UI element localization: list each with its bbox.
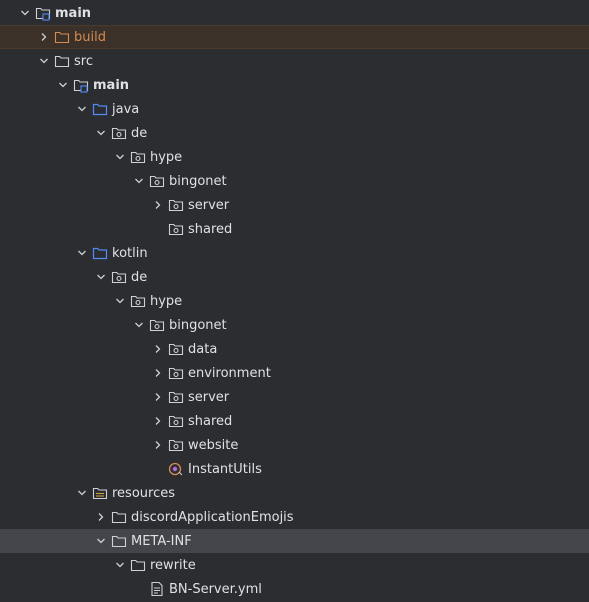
tree-node-java[interactable]: java: [0, 97, 589, 121]
chevron-down-icon[interactable]: [131, 317, 147, 333]
tree-node-label: server: [188, 389, 230, 405]
package-icon: [168, 197, 184, 213]
tree-node-label: de: [131, 125, 148, 141]
chevron-down-icon[interactable]: [74, 245, 90, 261]
tree-node-bingonet[interactable]: bingonet: [0, 313, 589, 337]
tree-node-discordapplicationemojis[interactable]: discordApplicationEmojis: [0, 505, 589, 529]
tree-node-label: BN-Server.yml: [169, 581, 262, 597]
tree-node-label: main: [93, 77, 130, 93]
chevron-down-icon[interactable]: [93, 269, 109, 285]
tree-node-label: META-INF: [131, 533, 192, 549]
source-root-folder-icon: [92, 245, 108, 261]
folder-icon: [111, 533, 127, 549]
chevron-down-icon[interactable]: [55, 77, 71, 93]
package-icon: [149, 173, 165, 189]
tree-node-bingonet[interactable]: bingonet: [0, 169, 589, 193]
package-icon: [168, 413, 184, 429]
tree-node-instantutils[interactable]: InstantUtils: [0, 457, 589, 481]
tree-node-de[interactable]: de: [0, 265, 589, 289]
package-icon: [130, 149, 146, 165]
tree-node-label: environment: [188, 365, 271, 381]
tree-node-label: bingonet: [169, 317, 227, 333]
package-icon: [168, 341, 184, 357]
tree-node-server[interactable]: server: [0, 193, 589, 217]
tree-node-data[interactable]: data: [0, 337, 589, 361]
source-root-folder-icon: [92, 101, 108, 117]
chevron-right-icon[interactable]: [36, 29, 52, 45]
tree-node-label: rewrite: [150, 557, 196, 573]
tree-node-shared[interactable]: shared: [0, 409, 589, 433]
chevron-right-icon[interactable]: [93, 509, 109, 525]
package-icon: [111, 125, 127, 141]
tree-node-hype[interactable]: hype: [0, 145, 589, 169]
chevron-down-icon[interactable]: [112, 557, 128, 573]
folder-icon: [130, 557, 146, 573]
tree-node-label: discordApplicationEmojis: [131, 509, 294, 525]
tree-node-server[interactable]: server: [0, 385, 589, 409]
chevron-down-icon[interactable]: [112, 293, 128, 309]
module-folder-icon: [35, 5, 51, 21]
tree-node-main[interactable]: main: [0, 73, 589, 97]
tree-node-label: java: [112, 101, 140, 117]
tree-node-bn-server-yml[interactable]: BN-Server.yml: [0, 577, 589, 601]
chevron-down-icon[interactable]: [93, 125, 109, 141]
tree-node-label: hype: [150, 293, 183, 309]
yaml-file-icon: [149, 581, 165, 597]
package-icon: [168, 389, 184, 405]
chevron-down-icon[interactable]: [74, 485, 90, 501]
tree-node-label: shared: [188, 413, 233, 429]
chevron-down-icon[interactable]: [36, 53, 52, 69]
tree-node-label: shared: [188, 221, 233, 237]
package-icon: [168, 221, 184, 237]
excluded-folder-icon: [54, 29, 70, 45]
tree-node-label: bingonet: [169, 173, 227, 189]
package-icon: [149, 317, 165, 333]
tree-node-label: build: [74, 29, 106, 45]
chevron-down-icon[interactable]: [112, 149, 128, 165]
chevron-right-icon[interactable]: [150, 389, 166, 405]
tree-node-label: de: [131, 269, 148, 285]
tree-node-shared[interactable]: shared: [0, 217, 589, 241]
tree-node-label: resources: [112, 485, 176, 501]
kotlin-object-icon: [168, 461, 184, 477]
tree-node-label: hype: [150, 149, 183, 165]
chevron-down-icon[interactable]: [17, 5, 33, 21]
tree-node-label: data: [188, 341, 218, 357]
chevron-down-icon[interactable]: [93, 533, 109, 549]
package-icon: [168, 437, 184, 453]
tree-node-meta-inf[interactable]: META-INF: [0, 529, 589, 553]
tree-node-website[interactable]: website: [0, 433, 589, 457]
tree-node-resources[interactable]: resources: [0, 481, 589, 505]
chevron-right-icon[interactable]: [150, 413, 166, 429]
chevron-down-icon[interactable]: [74, 101, 90, 117]
chevron-right-icon[interactable]: [150, 365, 166, 381]
module-folder-icon: [73, 77, 89, 93]
project-tree: main build src main java de hype bingonet server…: [0, 0, 589, 602]
tree-node-build[interactable]: build: [0, 25, 589, 49]
chevron-right-icon[interactable]: [150, 197, 166, 213]
folder-icon: [111, 509, 127, 525]
tree-node-environment[interactable]: environment: [0, 361, 589, 385]
tree-node-label: server: [188, 197, 230, 213]
tree-node-hype[interactable]: hype: [0, 289, 589, 313]
tree-node-de[interactable]: de: [0, 121, 589, 145]
package-icon: [130, 293, 146, 309]
tree-node-label: kotlin: [112, 245, 148, 261]
package-icon: [168, 365, 184, 381]
chevron-right-icon[interactable]: [150, 437, 166, 453]
folder-icon: [54, 53, 70, 69]
tree-node-label: src: [74, 53, 93, 69]
chevron-right-icon[interactable]: [150, 341, 166, 357]
tree-node-kotlin[interactable]: kotlin: [0, 241, 589, 265]
package-icon: [111, 269, 127, 285]
tree-node-src[interactable]: src: [0, 49, 589, 73]
tree-node-rewrite[interactable]: rewrite: [0, 553, 589, 577]
tree-node-main[interactable]: main: [0, 1, 589, 25]
tree-node-label: main: [55, 5, 92, 21]
tree-node-label: InstantUtils: [188, 461, 262, 477]
tree-node-label: website: [188, 437, 239, 453]
chevron-down-icon[interactable]: [131, 173, 147, 189]
resources-folder-icon: [92, 485, 108, 501]
